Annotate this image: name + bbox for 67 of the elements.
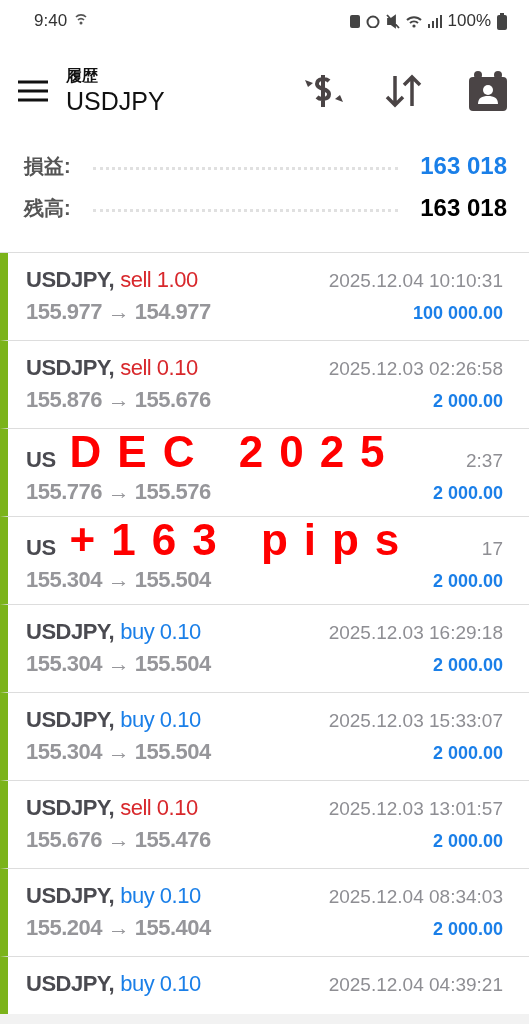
deal-time: 2025.12.04 08:34:03	[328, 886, 503, 908]
deal-symbol: USDJPY,	[26, 619, 115, 645]
deal-row[interactable]: USDJPY, buy 0.10 2025.12.04 08:34:03 155.204 → 155.404 2 000.00	[0, 869, 529, 957]
symbol-title: USDJPY	[66, 87, 166, 116]
deal-type: sell 0.10	[120, 355, 198, 381]
deal-prices: 155.304 → 155.504	[26, 567, 211, 593]
deal-type: sell 0.10	[120, 795, 198, 821]
deal-row[interactable]: USDJPY, buy 0.10 2025.12.03 15:33:07 155.304 → 155.504 2 000.00	[0, 693, 529, 781]
deal-symbol: USDJPY,	[26, 883, 115, 909]
overlay-caption: DEC 2025	[69, 427, 401, 477]
deal-row[interactable]: US DEC 2025 2:37 155.776 → 155.576 2 000.00	[0, 429, 529, 517]
deal-profit: 2 000.00	[432, 571, 503, 592]
deal-profit: 2 000.00	[432, 655, 503, 676]
deal-type: buy 0.10	[120, 619, 201, 645]
deal-symbol: US	[26, 535, 56, 561]
deal-profit: 2 000.00	[432, 483, 503, 504]
deal-row[interactable]: USDJPY, sell 0.10 2025.12.03 13:01:57 155.676 → 155.476 2 000.00	[0, 781, 529, 869]
deal-time: 2025.12.03 16:29:18	[328, 622, 503, 644]
deal-prices: 155.204 → 155.404	[26, 915, 211, 941]
deal-row[interactable]: US +163 pips 17 155.304 → 155.504 2 000.00	[0, 517, 529, 605]
battery-percent: 100%	[447, 11, 491, 31]
battery-saver-icon	[349, 14, 360, 28]
deal-prices: 155.876 → 155.676	[26, 387, 211, 413]
deal-prices: 155.676 → 155.476	[26, 827, 211, 853]
deal-profit: 2 000.00	[432, 919, 503, 940]
summary-label: 残高:	[24, 195, 71, 221]
deal-time: 17	[481, 538, 503, 560]
deal-symbol: USDJPY,	[26, 795, 115, 821]
deal-profit: 2 000.00	[432, 391, 503, 412]
overlay-caption: +163 pips	[69, 515, 416, 565]
deal-prices: 155.304 → 155.504	[26, 651, 211, 677]
deal-prices: 155.304 → 155.504	[26, 739, 211, 765]
battery-icon	[497, 12, 507, 30]
deal-row[interactable]: USDJPY, buy 0.10 2025.12.03 16:29:18 155.304 → 155.504 2 000.00	[0, 605, 529, 693]
cell-signal-icon	[427, 14, 442, 28]
deal-profit: 2 000.00	[432, 831, 503, 852]
status-time: 9:40	[34, 11, 68, 31]
calendar-person-icon[interactable]	[469, 71, 507, 111]
deal-row[interactable]: USDJPY, sell 1.00 2025.12.04 10:10:31 155.977 → 154.977 100 000.00	[0, 253, 529, 341]
deal-time: 2:37	[466, 450, 503, 472]
deal-time: 2025.12.03 02:26:58	[328, 358, 503, 380]
deal-time: 2025.12.03 15:33:07	[328, 710, 503, 732]
deal-row[interactable]: USDJPY, sell 0.10 2025.12.03 02:26:58 155.876 → 155.676 2 000.00	[0, 341, 529, 429]
deal-symbol: USDJPY,	[26, 267, 115, 293]
deal-symbol: USDJPY,	[26, 355, 115, 381]
menu-icon[interactable]	[18, 80, 48, 102]
deal-time: 2025.12.03 13:01:57	[328, 798, 503, 820]
deal-type: buy 0.10	[120, 883, 201, 909]
mute-icon	[385, 13, 400, 29]
deal-time: 2025.12.04 04:39:21	[328, 974, 503, 996]
wifi-icon	[405, 14, 422, 28]
summary-value: 163 018	[420, 152, 507, 180]
deal-type: sell 1.00	[120, 267, 198, 293]
deal-profit: 2 000.00	[432, 743, 503, 764]
deal-time: 2025.12.04 10:10:31	[328, 270, 503, 292]
deal-prices: 155.977 → 154.977	[26, 299, 211, 325]
deal-symbol: USDJPY,	[26, 971, 115, 997]
deal-prices: 155.776 → 155.576	[26, 479, 211, 505]
sort-arrows-icon[interactable]	[385, 74, 423, 108]
summary-label: 損益:	[24, 153, 71, 179]
screen-subtitle: 履歴	[66, 66, 99, 86]
deal-type: buy 0.10	[120, 971, 201, 997]
summary-value: 163 018	[420, 194, 507, 222]
deal-symbol: US	[26, 447, 56, 473]
deal-symbol: USDJPY,	[26, 707, 115, 733]
deal-profit: 100 000.00	[412, 303, 503, 324]
deal-type: buy 0.10	[120, 707, 201, 733]
